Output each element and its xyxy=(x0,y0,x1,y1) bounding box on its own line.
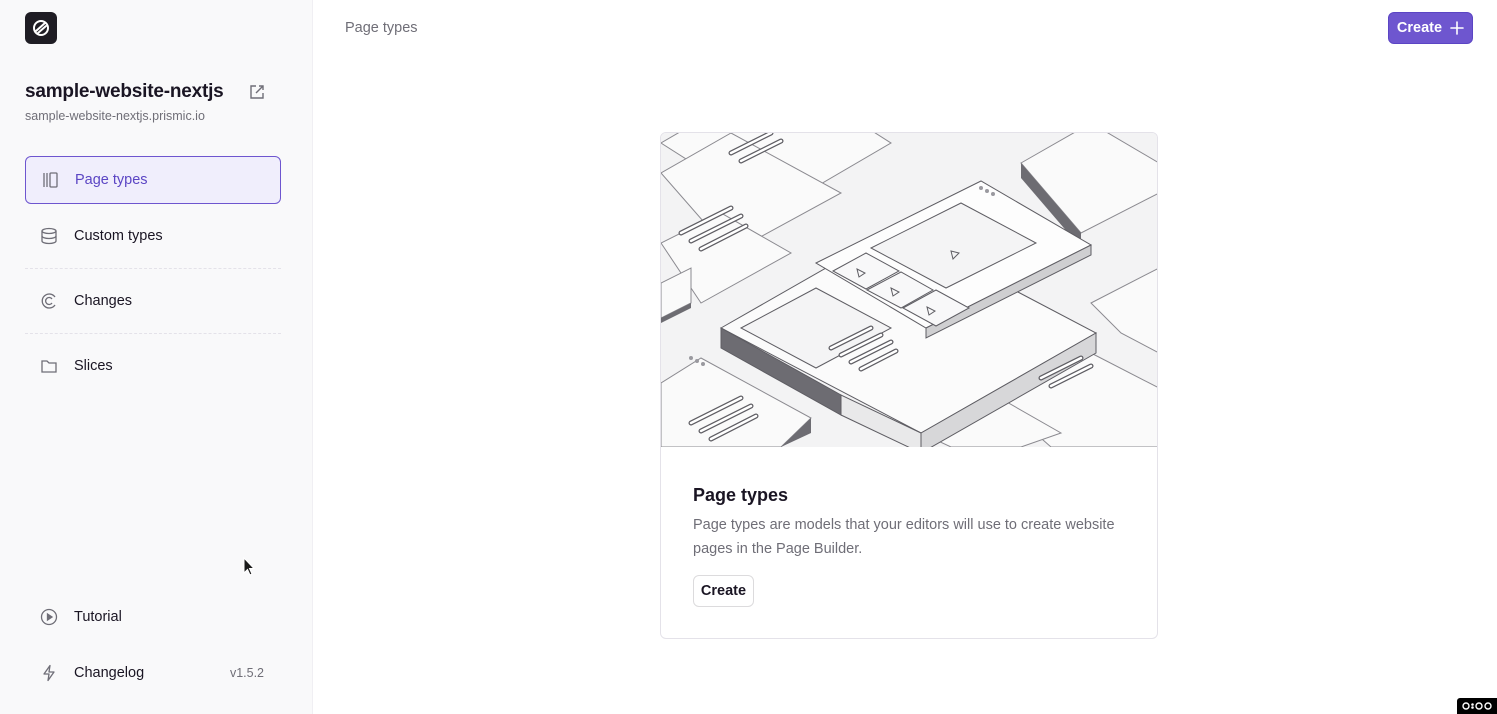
create-button[interactable]: Create xyxy=(1388,12,1473,44)
folder-icon xyxy=(39,356,59,376)
divider xyxy=(25,333,281,334)
create-button-label: Create xyxy=(1396,20,1443,36)
sidebar-item-label: Changelog xyxy=(74,665,145,681)
sidebar: sample-website-nextjs sample-website-nex… xyxy=(0,0,313,714)
empty-state-create-button[interactable]: Create xyxy=(693,575,754,607)
sidebar-item-tutorial[interactable]: Tutorial xyxy=(25,593,281,641)
external-link-icon[interactable] xyxy=(247,82,267,102)
page-types-icon xyxy=(40,170,60,190)
sidebar-item-label: Tutorial xyxy=(74,609,122,625)
sidebar-item-changes[interactable]: Changes xyxy=(25,277,281,325)
sidebar-item-slices[interactable]: Slices xyxy=(25,342,281,390)
repository-name: sample-website-nextjs xyxy=(25,81,224,102)
empty-state-card: Page types Page types are models that yo… xyxy=(660,132,1158,639)
repository-url: sample-website-nextjs.prismic.io xyxy=(25,109,205,123)
prismic-logo-icon[interactable] xyxy=(25,12,57,44)
sidebar-item-label: Custom types xyxy=(74,228,163,244)
recording-badge-icon xyxy=(1457,698,1497,714)
sidebar-item-changelog[interactable]: Changelog v1.5.2 xyxy=(25,649,281,697)
divider xyxy=(25,268,281,269)
page-types-illustration xyxy=(661,133,1157,454)
breadcrumb: Page types xyxy=(345,20,418,36)
lightning-icon xyxy=(39,663,59,683)
plus-icon xyxy=(1450,21,1464,35)
mouse-cursor-icon xyxy=(243,556,256,577)
sidebar-item-custom-types[interactable]: Custom types xyxy=(25,212,281,260)
play-circle-icon xyxy=(39,607,59,627)
changes-icon xyxy=(39,291,59,311)
database-icon xyxy=(39,226,59,246)
empty-state-title: Page types xyxy=(693,485,789,505)
sidebar-item-label: Changes xyxy=(74,293,133,309)
sidebar-item-label: Page types xyxy=(75,172,148,188)
sidebar-item-page-types[interactable]: Page types xyxy=(25,156,281,204)
sidebar-item-label: Slices xyxy=(74,358,113,374)
version-badge: v1.5.2 xyxy=(229,666,264,680)
empty-state-description: Page types are models that your editors … xyxy=(693,517,1115,557)
